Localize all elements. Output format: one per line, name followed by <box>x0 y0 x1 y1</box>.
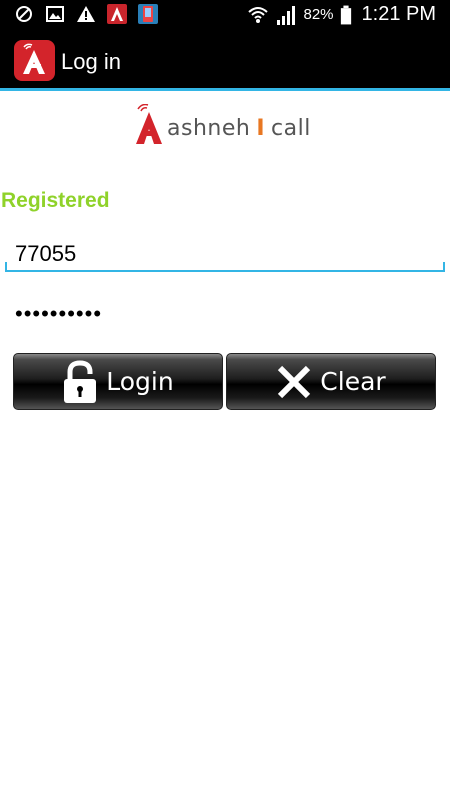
image-icon <box>46 6 64 22</box>
login-button-label: Login <box>106 367 174 396</box>
app-logo-icon[interactable] <box>14 40 55 81</box>
password-field[interactable] <box>5 294 445 334</box>
ashneh-app-icon <box>107 4 127 24</box>
username-field-underline-left <box>5 262 7 271</box>
unlock-icon <box>64 359 97 403</box>
phone-app-icon <box>138 4 158 24</box>
username-field-underline <box>5 270 445 272</box>
notification-icons <box>14 4 158 24</box>
username-field-underline-right <box>443 262 445 271</box>
status-bar: 82% 1:21 PM <box>0 0 450 32</box>
clear-button[interactable]: Clear <box>226 353 436 410</box>
battery-icon <box>340 5 351 24</box>
logo-name: ashneh <box>167 116 251 141</box>
logo-suffix: call <box>271 116 311 141</box>
action-bar: Log in <box>0 32 450 90</box>
logo-text: ashneh Icall <box>167 114 311 144</box>
close-icon <box>278 365 311 398</box>
warning-icon <box>77 6 95 22</box>
blocked-icon <box>16 6 32 22</box>
logo-mark-icon <box>136 104 162 144</box>
page-title: Log in <box>61 49 121 74</box>
registration-status: Registered <box>1 189 110 212</box>
clear-button-label: Clear <box>320 367 386 396</box>
signal-icon <box>277 5 296 25</box>
wifi-icon <box>248 6 269 23</box>
action-bar-divider <box>0 88 450 91</box>
clock: 1:21 PM <box>361 3 436 25</box>
battery-percent: 82% <box>303 6 334 23</box>
logo-separator: I <box>256 116 265 141</box>
system-indicators: 82% 1:21 PM <box>247 3 436 26</box>
username-field[interactable] <box>5 234 445 274</box>
login-button[interactable]: Login <box>13 353 223 410</box>
brand-logo: ashneh Icall <box>133 102 319 144</box>
